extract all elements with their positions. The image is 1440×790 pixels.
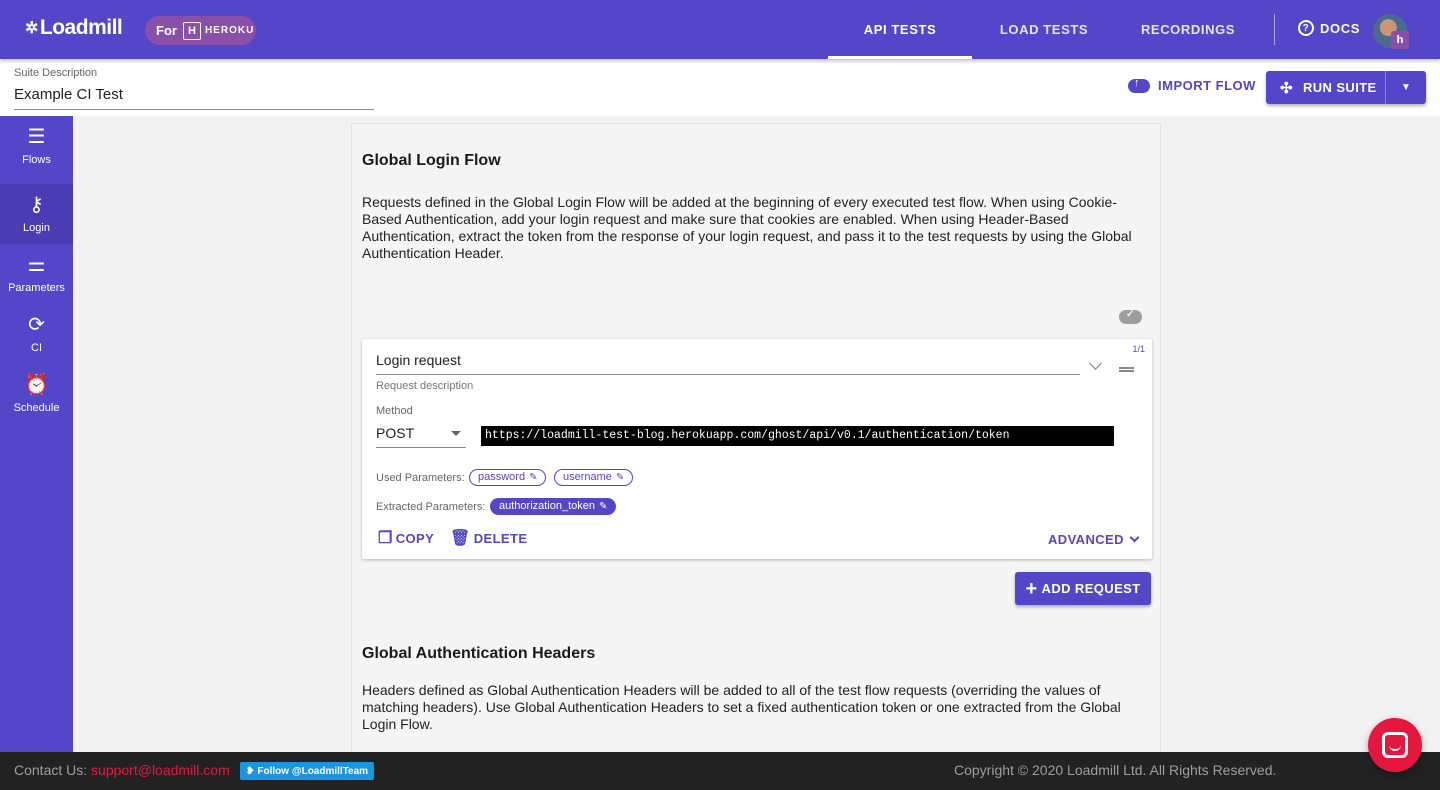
pencil-icon: ✎	[599, 501, 608, 512]
twitter-follow-button[interactable]: ❥ Follow @LoadmillTeam	[240, 762, 375, 780]
twitter-bird-icon: ❥	[246, 765, 255, 777]
loadmill-logo[interactable]: ✲ Loadmill	[25, 16, 123, 40]
heroku-badge: For H HEROKU	[145, 16, 256, 45]
list-icon: ☰	[27, 126, 46, 148]
dropdown-caret-icon: ▼	[1401, 82, 1411, 93]
run-suite-button-group: ✣ RUN SUITE ▼	[1266, 71, 1426, 104]
footer: Contact Us: support@loadmill.com ❥ Follo…	[0, 752, 1440, 790]
delete-label: DELETE	[473, 530, 528, 546]
tab-api-tests[interactable]: API TESTS	[828, 0, 972, 59]
logo-text: Loadmill	[39, 16, 123, 39]
suite-description-input[interactable]: Example CI Test	[14, 86, 374, 110]
top-nav-bar: ✲ Loadmill For H HEROKU API TESTS LOAD T…	[0, 0, 1440, 59]
heroku-word: HEROKU	[204, 25, 255, 36]
run-suite-button[interactable]: ✣ RUN SUITE	[1266, 71, 1386, 104]
cloud-upload-icon	[1128, 77, 1150, 93]
sidebar: ☰ Flows ⚷ Login ⚌ Parameters ⟳ CI ⏰ Sche…	[0, 116, 73, 752]
sliders-icon: ⚌	[27, 254, 46, 276]
sidebar-item-label: Flows	[22, 154, 51, 166]
sidebar-item-schedule[interactable]: ⏰ Schedule	[0, 364, 73, 424]
cloud-saved-icon	[1119, 309, 1142, 324]
pencil-icon: ✎	[529, 472, 538, 483]
request-description-input[interactable]: Request description	[376, 380, 473, 392]
request-card: 1/1 Login request Request description Me…	[362, 339, 1152, 559]
heroku-logo-icon: H	[182, 21, 201, 40]
pencil-icon: ✎	[615, 472, 625, 483]
auth-headers-title: Global Authentication Headers	[362, 645, 596, 662]
support-email-link[interactable]: support@loadmill.com	[91, 762, 230, 778]
chevron-down-icon	[1129, 532, 1140, 543]
sidebar-item-parameters[interactable]: ⚌ Parameters	[0, 244, 73, 304]
method-value: POST	[376, 425, 415, 441]
login-flow-description: Requests defined in the Global Login Flo…	[362, 194, 1132, 261]
import-flow-button[interactable]: IMPORT FLOW	[1128, 77, 1256, 93]
used-parameters-label: Used Parameters:	[376, 472, 465, 484]
sidebar-item-label: CI	[31, 342, 42, 354]
method-label: Method	[376, 405, 413, 417]
tab-load-tests[interactable]: LOAD TESTS	[972, 0, 1116, 59]
sidebar-item-label: Schedule	[13, 402, 60, 414]
select-caret-icon	[451, 431, 461, 436]
nav-divider	[1274, 14, 1275, 45]
run-suite-label: RUN SUITE	[1302, 80, 1377, 95]
contact-label: Contact Us:	[14, 762, 88, 778]
trash-icon: 🗑	[450, 530, 471, 547]
copyright-text: Copyright © 2020 Loadmill Ltd. All Right…	[954, 762, 1277, 778]
sidebar-item-flows[interactable]: ☰ Flows	[0, 116, 73, 176]
suite-header: Suite Description Example CI Test IMPORT…	[0, 59, 1440, 116]
chat-icon	[1382, 732, 1408, 758]
sidebar-item-login[interactable]: ⚷ Login	[0, 184, 73, 244]
sync-icon: ⟳	[28, 314, 45, 336]
docs-label: DOCS	[1320, 20, 1360, 36]
chip-label: authorization_token	[499, 500, 596, 512]
used-param-chip[interactable]: password ✎	[469, 469, 547, 486]
import-flow-label: IMPORT FLOW	[1158, 78, 1256, 93]
help-circle-icon: ?	[1298, 20, 1314, 36]
drag-handle-icon[interactable]	[1119, 367, 1134, 372]
add-request-button[interactable]: + ADD REQUEST	[1015, 572, 1151, 605]
advanced-toggle[interactable]: ADVANCED	[1048, 532, 1140, 547]
auth-headers-description: Headers defined as Global Authentication…	[362, 682, 1121, 732]
request-name-input[interactable]: Login request	[376, 352, 1080, 375]
heroku-avatar-badge: h	[1391, 31, 1409, 49]
chip-label: username	[563, 471, 612, 483]
chip-label: password	[478, 471, 526, 483]
alarm-icon: ⏰	[24, 374, 49, 396]
suite-description-label: Suite Description	[14, 67, 98, 79]
sidebar-item-label: Parameters	[8, 282, 65, 294]
sidebar-item-ci[interactable]: ⟳ CI	[0, 304, 73, 364]
contact-us: Contact Us: support@loadmill.com	[14, 762, 230, 778]
tab-recordings[interactable]: RECORDINGS	[1116, 0, 1260, 59]
add-request-label: ADD REQUEST	[1041, 581, 1141, 596]
request-url-input[interactable]: https://loadmill-test-blog.herokuapp.com…	[481, 426, 1114, 446]
plus-icon: +	[1025, 577, 1038, 600]
heroku-for-label: For	[156, 23, 177, 38]
run-suite-dropdown-button[interactable]: ▼	[1386, 71, 1426, 104]
method-select[interactable]: POST	[376, 425, 466, 448]
request-counter: 1/1	[1132, 344, 1145, 354]
used-param-chip[interactable]: username ✎	[554, 469, 634, 486]
advanced-label: ADVANCED	[1048, 532, 1124, 547]
extracted-param-chip[interactable]: authorization_token ✎	[490, 498, 617, 515]
login-flow-title: Global Login Flow	[362, 152, 501, 169]
key-icon: ⚷	[29, 194, 44, 216]
run-fan-icon: ✣	[1280, 79, 1293, 97]
logo-spark-icon: ✲	[25, 20, 38, 37]
sidebar-item-label: Login	[23, 222, 50, 234]
copy-icon: ❐	[378, 530, 393, 547]
delete-button[interactable]: 🗑 DELETE	[450, 528, 527, 548]
copy-button[interactable]: ❐ COPY	[378, 528, 434, 548]
chat-launcher-button[interactable]	[1368, 718, 1422, 772]
login-settings-panel: Global Login Flow Requests defined in th…	[351, 123, 1161, 763]
copy-label: COPY	[395, 530, 435, 546]
extracted-parameters-label: Extracted Parameters:	[376, 501, 486, 513]
twitter-follow-label: Follow @LoadmillTeam	[257, 765, 369, 777]
chevron-down-icon[interactable]	[1089, 357, 1102, 370]
docs-link[interactable]: ? DOCS	[1298, 20, 1360, 36]
